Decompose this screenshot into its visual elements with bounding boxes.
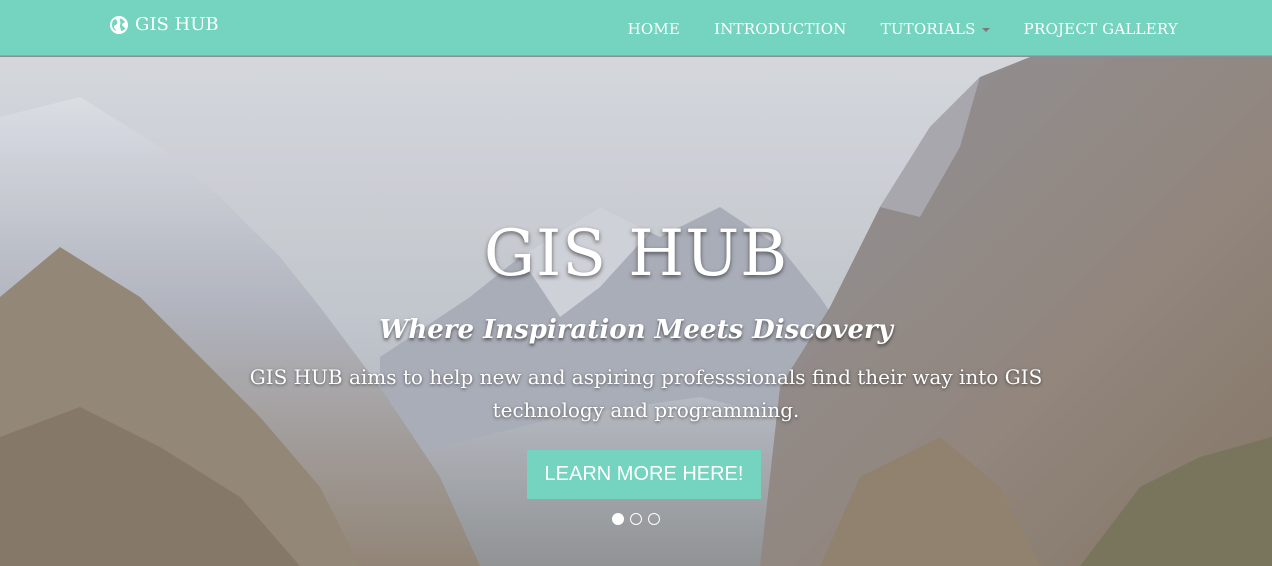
nav-item-home: HOME [628, 19, 681, 38]
learn-more-button[interactable]: LEARN MORE HERE! [527, 450, 761, 499]
nav-item-introduction: INTRODUCTION [714, 19, 847, 38]
navbar: GIS HUB HOME INTRODUCTION TUTORIALS PROJ… [0, 0, 1272, 56]
hero-carousel: GIS HUB Where Inspiration Meets Discover… [0, 57, 1272, 566]
hero-description: GIS HUB aims to help new and aspiring pr… [249, 365, 1043, 422]
globe-icon [110, 15, 128, 34]
nav-tutorials-label: TUTORIALS [880, 19, 976, 38]
carousel-indicators [0, 513, 1272, 525]
carousel-indicator-1[interactable] [612, 513, 624, 525]
nav-item-project-gallery: PROJECT GALLERY [1024, 19, 1178, 38]
hero-caption: GIS HUB Where Inspiration Meets Discover… [0, 57, 1272, 566]
hero-title: GIS HUB [483, 217, 789, 291]
brand-name: GIS HUB [135, 14, 219, 35]
carousel-indicator-3[interactable] [648, 513, 660, 525]
nav-link-project-gallery[interactable]: PROJECT GALLERY [1024, 20, 1178, 38]
nav-item-tutorials: TUTORIALS [881, 19, 990, 38]
nav-link-introduction[interactable]: INTRODUCTION [714, 20, 847, 38]
carousel-indicator-2[interactable] [630, 513, 642, 525]
hero-subtitle: Where Inspiration Meets Discovery [379, 315, 893, 345]
main-nav: HOME INTRODUCTION TUTORIALS PROJECT GALL… [594, 0, 1178, 56]
nav-link-tutorials[interactable]: TUTORIALS [881, 20, 990, 38]
nav-link-home[interactable]: HOME [628, 20, 681, 38]
caret-down-icon [981, 27, 990, 32]
brand-link[interactable]: GIS HUB [109, 14, 219, 35]
